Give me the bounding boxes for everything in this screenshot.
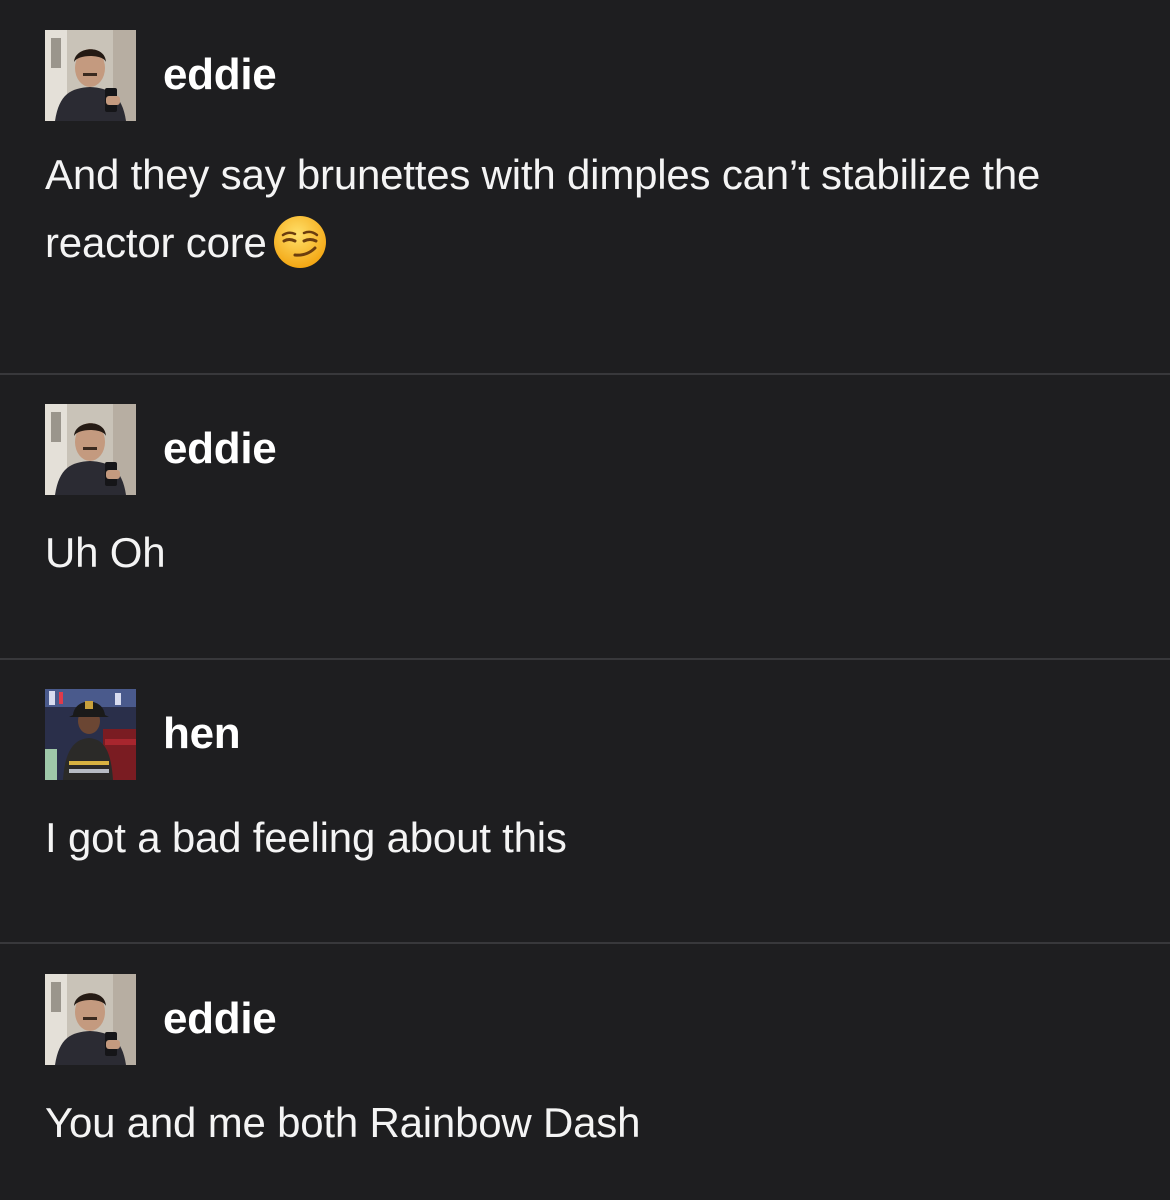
username[interactable]: eddie: [163, 50, 277, 100]
post-text-content: And they say brunettes with dimples can’…: [45, 151, 1041, 266]
post-header: hen: [45, 688, 241, 780]
post-2: eddie Uh Oh: [0, 403, 1170, 658]
username[interactable]: eddie: [163, 994, 277, 1044]
username[interactable]: hen: [163, 709, 241, 759]
post-divider: [0, 942, 1170, 944]
username[interactable]: eddie: [163, 424, 277, 474]
post-divider: [0, 658, 1170, 660]
post-text: I got a bad feeling about this: [45, 814, 567, 861]
post-3: hen I got a bad feeling about this: [0, 688, 1170, 942]
post-header: eddie: [45, 29, 277, 121]
man-selfie-avatar-icon: [45, 403, 136, 495]
post-4: eddie You and me both Rainbow Dash: [0, 973, 1170, 1200]
smirking-face-emoji-icon: [273, 215, 327, 289]
avatar[interactable]: [45, 403, 136, 495]
avatar[interactable]: [45, 973, 136, 1065]
post-1: eddie And they say brunettes with dimple…: [0, 29, 1170, 374]
post-text: You and me both Rainbow Dash: [45, 1099, 641, 1146]
man-selfie-avatar-icon: [45, 973, 136, 1065]
avatar[interactable]: [45, 688, 136, 780]
post-divider: [0, 373, 1170, 375]
man-selfie-avatar-icon: [45, 29, 136, 121]
post-header: eddie: [45, 973, 277, 1065]
reblog-thread: eddie And they say brunettes with dimple…: [0, 0, 1170, 1200]
firefighter-avatar-icon: [45, 688, 136, 780]
post-text: Uh Oh: [45, 529, 166, 576]
post-header: eddie: [45, 403, 277, 495]
avatar[interactable]: [45, 29, 136, 121]
post-text: And they say brunettes with dimples can’…: [45, 141, 1125, 289]
